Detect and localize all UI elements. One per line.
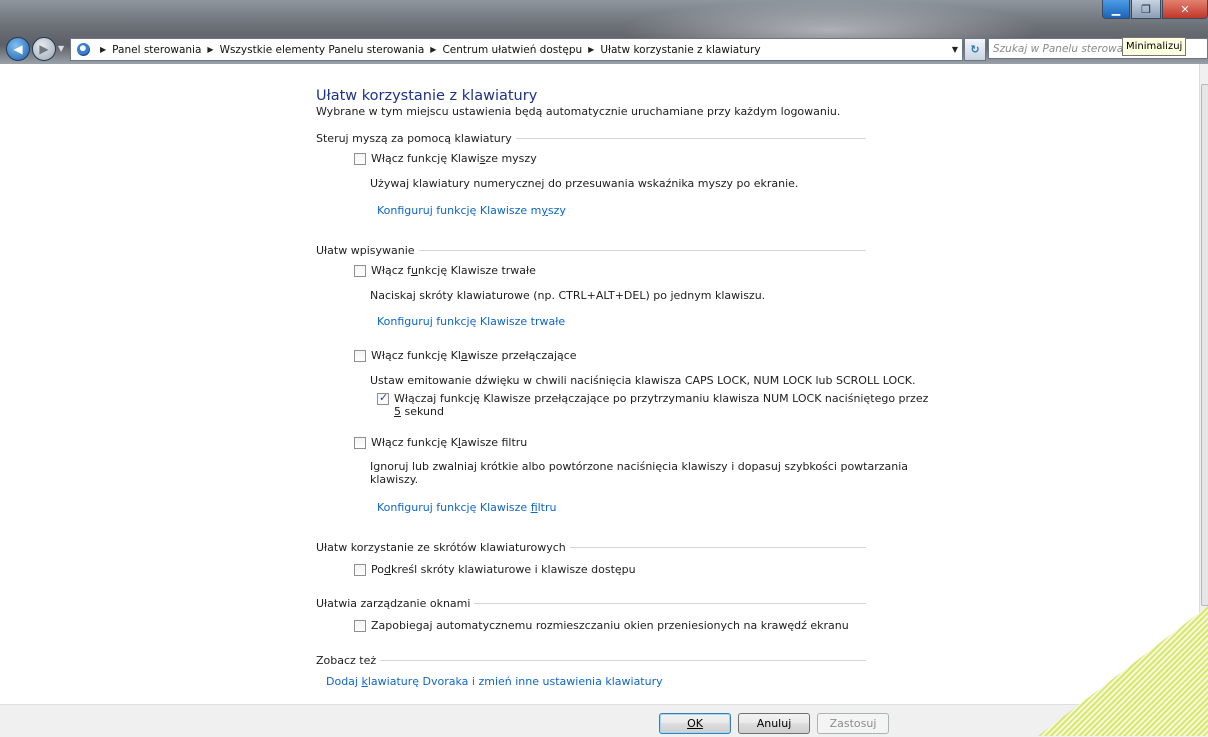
chevron-down-icon: ▼: [951, 45, 959, 54]
sticky-keys-description: Naciskaj skróty klawiaturowe (np. CTRL+A…: [370, 289, 766, 302]
checkbox-box[interactable]: [354, 265, 366, 277]
link-configure-mouse-keys[interactable]: Konfiguruj funkcję Klawisze myszy: [377, 204, 566, 217]
ok-label: OK: [687, 717, 703, 730]
back-button[interactable]: ◀: [6, 37, 30, 61]
recent-pages-dropdown[interactable]: ▼: [58, 44, 64, 53]
control-panel-icon: [77, 43, 90, 56]
breadcrumb-ease-of-access[interactable]: Centrum ułatwień dostępu: [442, 44, 582, 56]
checkbox-label: Zapobiegaj automatycznemu rozmieszczaniu…: [371, 619, 849, 632]
checkbox-label: Włącz funkcję Klawisze przełączające: [371, 349, 577, 362]
minimize-icon: ▁: [1111, 2, 1121, 16]
apply-label: Zastosuj: [829, 717, 877, 730]
page-subtitle: Wybrane w tym miejscu ustawienia będą au…: [316, 105, 841, 118]
link-configure-sticky-keys[interactable]: Konfiguruj funkcję Klawisze trwałe: [377, 315, 565, 328]
section-heading: Ułatw wpisywanie: [316, 244, 415, 257]
forward-button[interactable]: ▶: [32, 37, 56, 61]
restore-icon: ❐: [1141, 2, 1151, 16]
apply-button[interactable]: Zastosuj: [817, 713, 889, 734]
section-windows: Ułatwia zarządzanie oknami: [316, 597, 866, 610]
section-heading: Zobacz też: [316, 654, 377, 667]
section-divider: [380, 660, 866, 661]
breadcrumb-chevron-icon[interactable]: ▶: [207, 45, 213, 54]
refresh-button[interactable]: ↻: [964, 38, 986, 61]
checkbox-mouse-keys[interactable]: Włącz funkcję Klawisze myszy: [354, 152, 537, 165]
checkbox-toggle-keys-numlock[interactable]: Włączaj funkcję Klawisze przełączające p…: [377, 391, 928, 418]
checkbox-prevent-arrange[interactable]: Zapobiegaj automatycznemu rozmieszczaniu…: [354, 619, 849, 632]
checkbox-toggle-keys[interactable]: Włącz funkcję Klawisze przełączające: [354, 349, 577, 362]
section-heading: Steruj myszą za pomocą klawiatury: [316, 132, 512, 145]
breadcrumb-chevron-icon[interactable]: ▶: [588, 45, 594, 54]
close-icon: ✕: [1180, 2, 1190, 16]
content-area: Ułatw korzystanie z klawiatury Wybrane w…: [0, 64, 1200, 704]
filter-keys-description: Ignoruj lub zwalniaj krótkie albo powtór…: [370, 460, 908, 486]
section-divider: [474, 603, 866, 604]
link-dvorak-keyboard[interactable]: Dodaj klawiaturę Dvoraka i zmień inne us…: [326, 675, 663, 688]
filter-desc-line2: klawiszy.: [370, 473, 419, 486]
filter-desc-line1: Ignoruj lub zwalniaj krótkie albo powtór…: [370, 460, 909, 473]
section-mouse-keys: Steruj myszą za pomocą klawiatury: [316, 132, 866, 145]
scrollbar-thumb[interactable]: [1201, 84, 1208, 606]
checkbox-label: Włącz funkcję Klawisze filtru: [371, 436, 528, 449]
breadcrumb-all-items[interactable]: Wszystkie elementy Panelu sterowania: [220, 44, 425, 56]
checkbox-label: Włącz funkcję Klawisze myszy: [371, 152, 537, 165]
section-shortcuts: Ułatw korzystanie ze skrótów klawiaturow…: [316, 541, 866, 554]
breadcrumb-keyboard[interactable]: Ułatw korzystanie z klawiatury: [600, 44, 760, 56]
refresh-icon: ↻: [970, 43, 980, 56]
checkbox-box[interactable]: [354, 153, 366, 165]
maximize-button[interactable]: ❐: [1131, 0, 1161, 19]
checkbox-underline-shortcuts[interactable]: Podkreśl skróty klawiaturowe i klawisze …: [354, 563, 636, 576]
section-heading: Ułatw korzystanie ze skrótów klawiaturow…: [316, 541, 566, 554]
checkbox-box[interactable]: [354, 350, 366, 362]
section-heading: Ułatwia zarządzanie oknami: [316, 597, 471, 610]
minimize-tooltip: Minimalizuj: [1122, 37, 1187, 56]
toggle-keys-description: Ustaw emitowanie dźwięku w chwili naciśn…: [370, 374, 916, 387]
cancel-label: Anuluj: [756, 717, 792, 730]
checkbox-filter-keys[interactable]: Włącz funkcję Klawisze filtru: [354, 436, 527, 449]
numlock-label-line1: Włączaj funkcję Klawisze przełączające p…: [394, 392, 929, 405]
button-bar: OK Anuluj Zastosuj: [0, 704, 1208, 737]
forward-arrow-icon: ▶: [39, 42, 49, 56]
cancel-button[interactable]: Anuluj: [738, 713, 810, 734]
mouse-keys-description: Używaj klawiatury numerycznej do przesuw…: [370, 177, 799, 190]
close-button[interactable]: ✕: [1162, 0, 1208, 19]
checkbox-box[interactable]: [354, 437, 366, 449]
ok-button[interactable]: OK: [659, 713, 731, 734]
address-bar[interactable]: ▶ Panel sterowania ▶ Wszystkie elementy …: [70, 38, 950, 61]
breadcrumb-panel-sterowania[interactable]: Panel sterowania: [112, 44, 201, 56]
section-divider: [418, 250, 866, 251]
window-controls: ▁ ❐ ✕: [1101, 0, 1208, 20]
breadcrumb-chevron-icon[interactable]: ▶: [430, 45, 436, 54]
checkbox-label: Włącz funkcję Klawisze trwałe: [371, 264, 536, 277]
page-title: Ułatw korzystanie z klawiatury: [316, 88, 538, 104]
search-placeholder: Szukaj w Panelu sterowania: [993, 42, 1140, 55]
checkbox-box-checked[interactable]: [377, 391, 389, 405]
section-divider: [515, 138, 866, 139]
section-divider: [569, 547, 866, 548]
checkbox-sticky-keys[interactable]: Włącz funkcję Klawisze trwałe: [354, 264, 536, 277]
checkbox-box[interactable]: [354, 620, 366, 632]
back-arrow-icon: ◀: [13, 42, 23, 56]
checkbox-label: Włączaj funkcję Klawisze przełączające p…: [394, 392, 928, 418]
checkbox-box[interactable]: [354, 564, 366, 576]
numlock-label-line2: 5 sekund: [394, 405, 444, 418]
breadcrumb-chevron-icon[interactable]: ▶: [100, 45, 106, 54]
minimize-button[interactable]: ▁: [1102, 0, 1130, 19]
section-see-also: Zobacz też: [316, 654, 866, 667]
link-configure-filter-keys[interactable]: Konfiguruj funkcję Klawisze filtru: [377, 501, 557, 514]
address-dropdown-button[interactable]: ▼: [948, 38, 963, 61]
checkbox-label: Podkreśl skróty klawiaturowe i klawisze …: [371, 563, 636, 576]
section-typing: Ułatw wpisywanie: [316, 244, 866, 257]
